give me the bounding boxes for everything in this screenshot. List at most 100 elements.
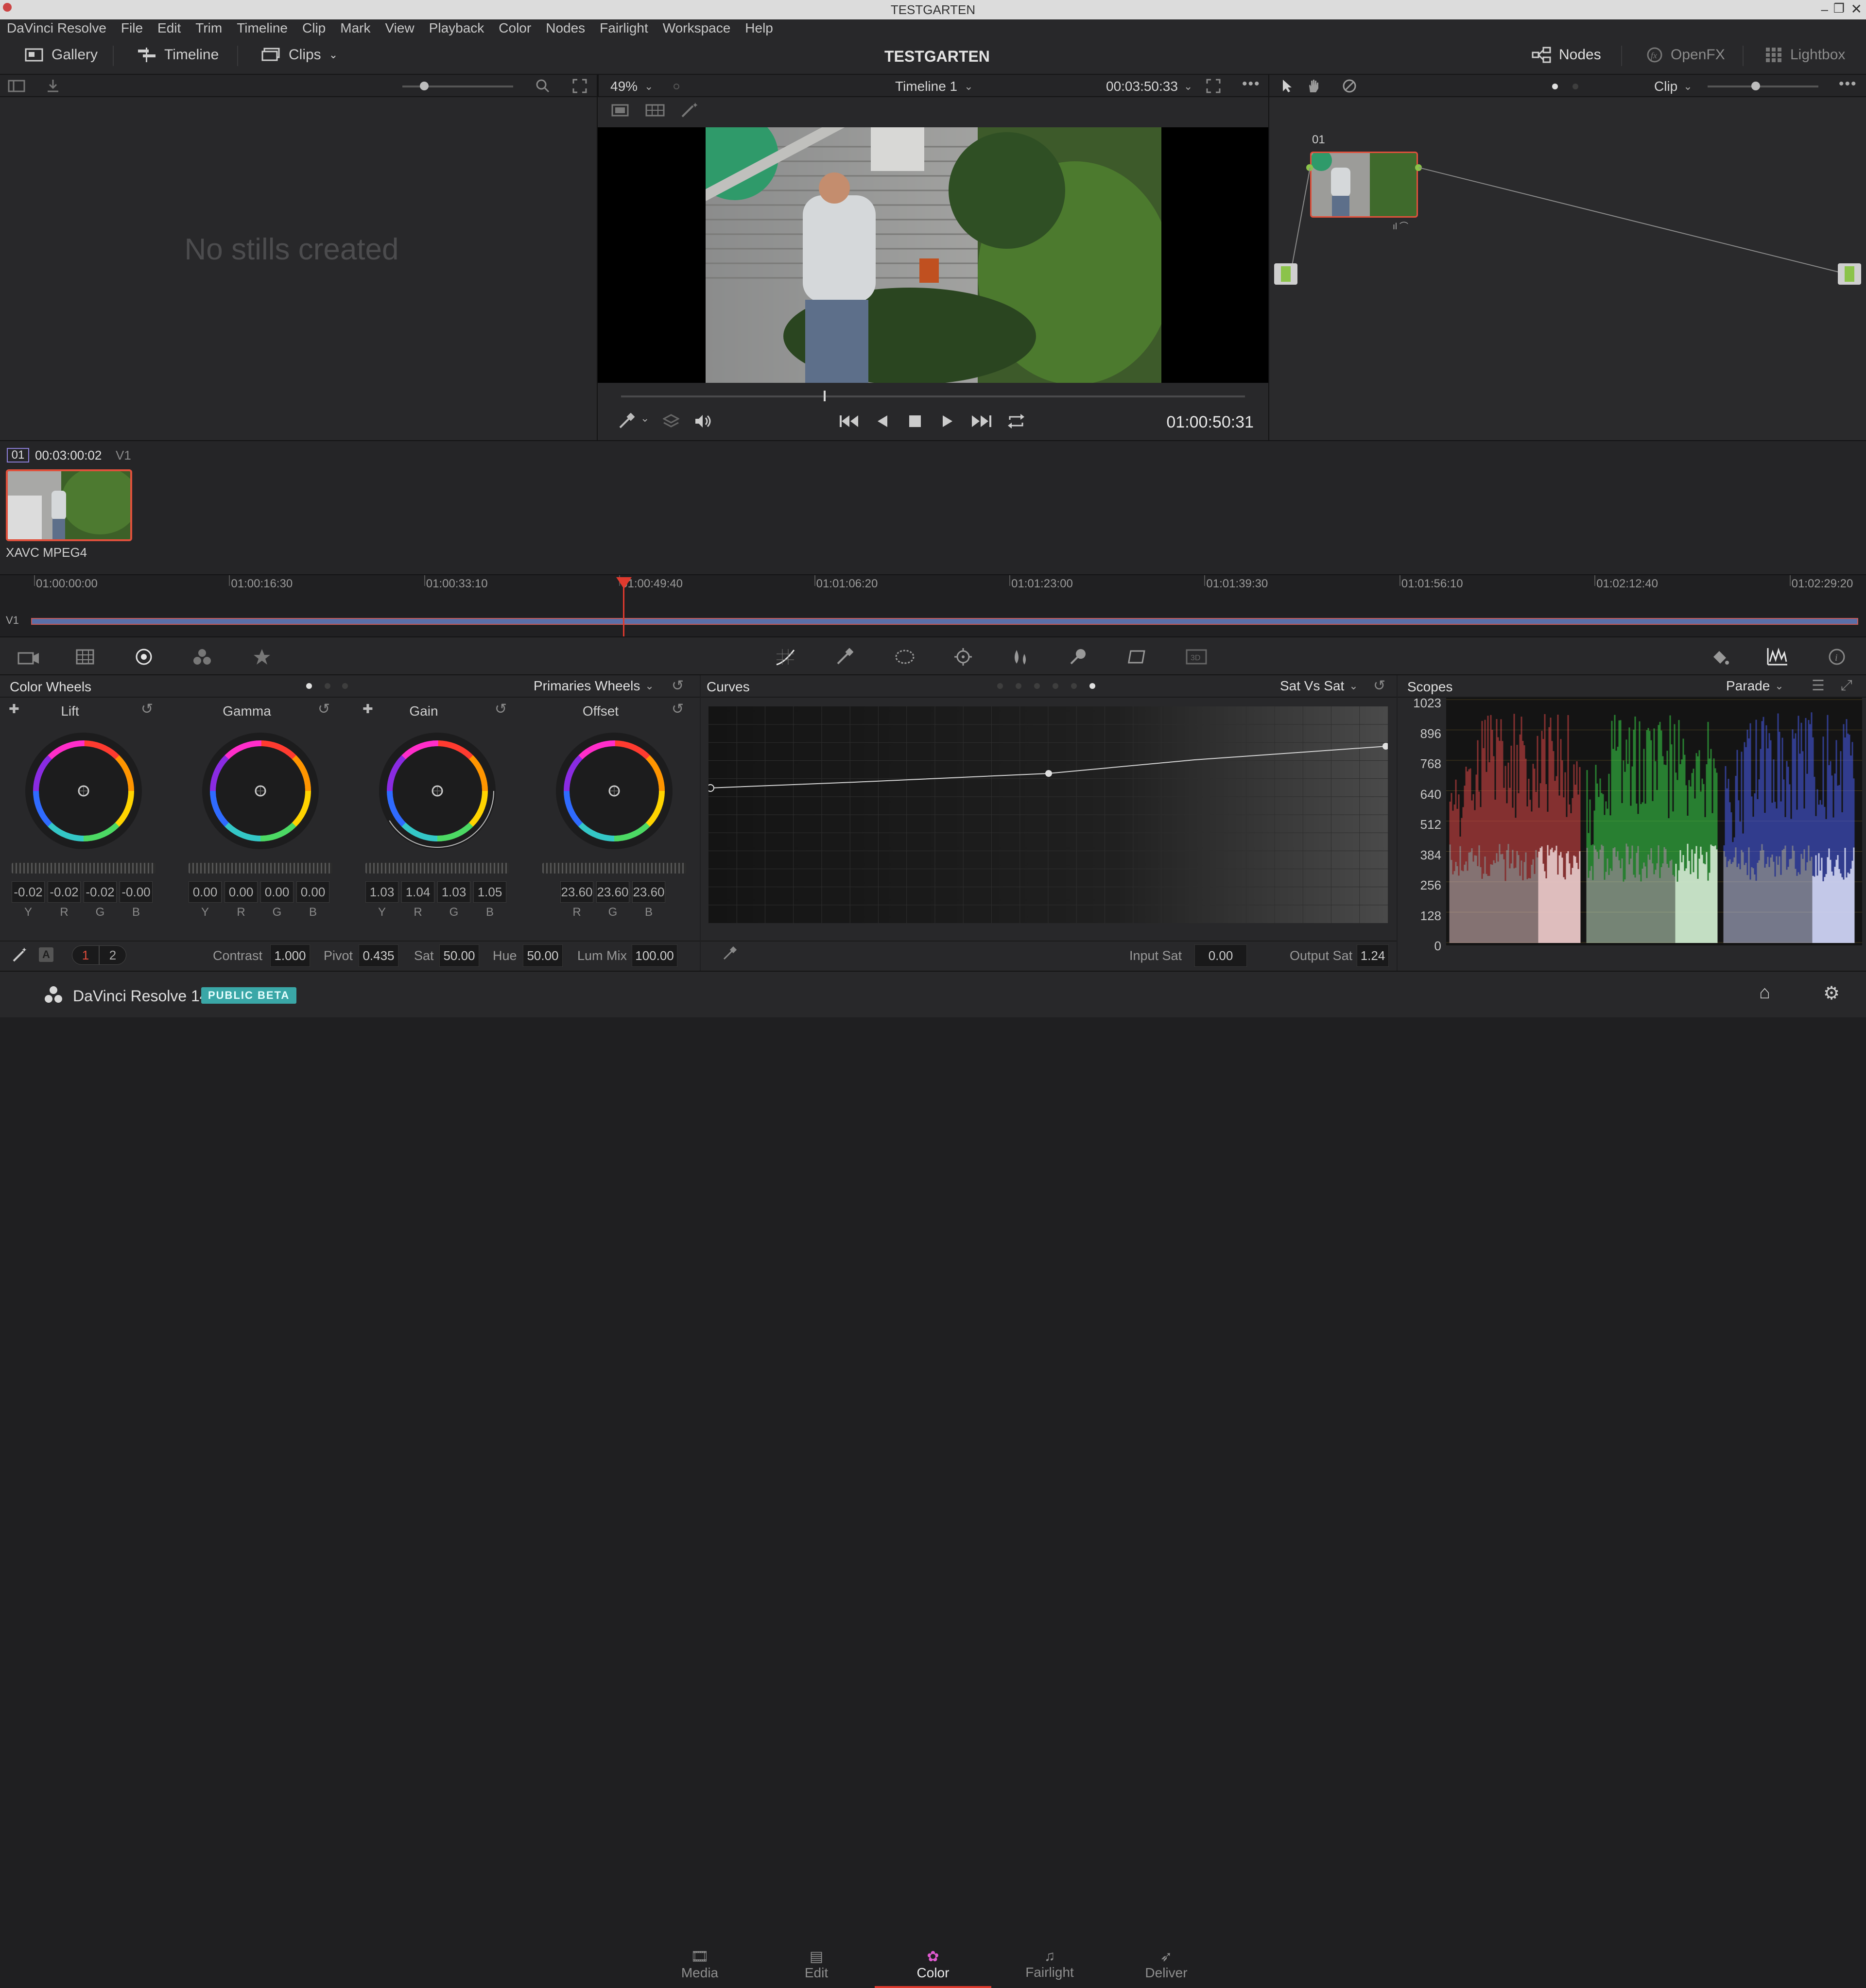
tracker-icon[interactable] — [953, 648, 973, 666]
menu-fairlight[interactable]: Fairlight — [600, 20, 648, 36]
contrast-field[interactable]: 1.000 — [270, 944, 310, 967]
chevron-down-icon[interactable]: ⌄ — [640, 412, 649, 425]
import-still-icon[interactable] — [46, 79, 60, 93]
v1-track-clip[interactable] — [31, 618, 1858, 625]
video-frame-image[interactable] — [706, 127, 1161, 383]
wheel-value-g[interactable]: 0.00 — [260, 881, 294, 903]
wheel-value-y[interactable]: 1.03 — [365, 881, 398, 903]
wheels-mode-dropdown[interactable]: Primaries Wheels ⌄ — [534, 678, 654, 694]
skip-to-start-icon[interactable] — [839, 414, 860, 428]
minimize-button[interactable]: – — [1821, 2, 1828, 17]
power-window-icon[interactable] — [894, 648, 916, 666]
gear-icon[interactable]: ⚙ — [1823, 982, 1840, 1004]
magic-wand-icon[interactable]: ✦ — [679, 101, 699, 119]
input-sat-field[interactable]: 0.00 — [1194, 944, 1247, 967]
info-icon[interactable]: i — [1828, 648, 1846, 666]
timeline-name-dropdown[interactable]: Timeline 1 ⌄ — [895, 79, 973, 94]
openfx-button[interactable]: fx OpenFX — [1646, 47, 1725, 63]
hue-field[interactable]: 50.00 — [523, 944, 563, 967]
gallery-zoom-handle[interactable] — [420, 82, 429, 90]
source-input-node[interactable] — [1274, 263, 1297, 285]
key-icon[interactable] — [1069, 648, 1088, 666]
menu-nodes[interactable]: Nodes — [546, 20, 585, 36]
tab-media[interactable]: 🎞 Media — [641, 1948, 758, 1981]
sizing-icon[interactable] — [1127, 648, 1149, 666]
restore-button[interactable]: ❐ — [1833, 1, 1845, 16]
tab-deliver[interactable]: ➶ Deliver — [1108, 1948, 1225, 1981]
master-wheel-dial[interactable] — [542, 863, 686, 874]
wheel-reset-icon[interactable]: ↺ — [495, 701, 507, 718]
output-sat-field[interactable]: 1.24 — [1357, 944, 1389, 967]
loop-icon[interactable] — [1007, 413, 1025, 429]
lightbox-button[interactable]: Lightbox — [1765, 47, 1845, 63]
menu-color[interactable]: Color — [499, 20, 531, 36]
curve-graph[interactable] — [708, 706, 1388, 923]
split-view-icon[interactable] — [644, 103, 666, 118]
sat-field[interactable]: 50.00 — [439, 944, 479, 967]
color-wheel-gain[interactable] — [378, 732, 497, 850]
menu-playback[interactable]: Playback — [429, 20, 484, 36]
wheel-reset-icon[interactable]: ↺ — [141, 701, 153, 718]
reset-all-icon[interactable]: ↺ — [672, 677, 684, 694]
wheel-value-g[interactable]: 23.60 — [596, 881, 629, 903]
curve-mode-dots[interactable] — [997, 683, 1095, 689]
blur-icon[interactable] — [1011, 648, 1030, 666]
fullscreen-icon[interactable] — [572, 79, 587, 93]
home-icon[interactable]: ⌂ — [1759, 982, 1770, 1003]
curves-tab-icon[interactable] — [775, 648, 796, 666]
wheel-value-y[interactable]: -0.02 — [12, 881, 45, 903]
wheel-reset-icon[interactable]: ↺ — [672, 701, 684, 718]
stop-icon[interactable] — [908, 414, 922, 428]
wheel-value-g[interactable]: -0.02 — [84, 881, 117, 903]
menu-trim[interactable]: Trim — [195, 20, 222, 36]
output-node[interactable] — [1838, 263, 1861, 285]
color-picker-icon[interactable] — [618, 413, 635, 429]
color-match-icon[interactable] — [76, 649, 94, 665]
viewer-fullscreen-icon[interactable] — [1206, 79, 1221, 93]
layers-icon[interactable] — [663, 413, 679, 429]
viewer-zoom-dropdown[interactable]: 49% ⌄ — [610, 79, 653, 94]
volume-icon[interactable] — [694, 413, 713, 429]
wheel-value-r[interactable]: 0.00 — [225, 881, 258, 903]
search-icon[interactable] — [536, 79, 550, 93]
scope-type-dropdown[interactable]: Parade ⌄ — [1726, 678, 1784, 694]
color-wheel-offset[interactable] — [555, 732, 674, 850]
menu-davinci[interactable]: DaVinci Resolve — [7, 20, 106, 36]
paint-bucket-icon[interactable] — [1710, 648, 1730, 666]
node-mode-dropdown[interactable]: Clip ⌄ — [1654, 79, 1693, 94]
wheel-value-r[interactable]: 1.04 — [401, 881, 434, 903]
wheel-value-y[interactable]: 0.00 — [189, 881, 222, 903]
color-wheels-tab-icon[interactable] — [135, 648, 153, 666]
menu-view[interactable]: View — [385, 20, 414, 36]
page-dot[interactable] — [325, 683, 330, 689]
wheel-value-r[interactable]: 23.60 — [560, 881, 593, 903]
pivot-field[interactable]: 0.435 — [359, 944, 398, 967]
skip-to-end-icon[interactable] — [971, 414, 992, 428]
gallery-button[interactable]: Gallery — [24, 47, 98, 63]
master-wheel-dial[interactable] — [365, 863, 509, 874]
wheel-value-b[interactable]: 1.05 — [473, 881, 506, 903]
qualifier-eyedropper-icon[interactable] — [836, 648, 853, 666]
mini-timeline[interactable]: 01:00:00:00 01:00:16:30 01:00:33:10 01:00:4… — [0, 574, 1866, 637]
timecode-dropdown[interactable]: 00:03:50:33 ⌄ — [1106, 79, 1192, 94]
nodes-button[interactable]: Nodes — [1532, 47, 1601, 63]
gallery-zoom-slider[interactable] — [402, 86, 513, 87]
master-wheel-dial[interactable] — [189, 863, 332, 874]
scope-expand-icon[interactable]: ⤢ — [1841, 677, 1852, 694]
node-page-dot[interactable] — [1572, 84, 1578, 89]
pointer-tool-icon[interactable] — [1281, 79, 1293, 93]
hand-tool-icon[interactable] — [1306, 79, 1321, 93]
menu-help[interactable]: Help — [745, 20, 773, 36]
tab-edit[interactable]: ▤ Edit — [758, 1948, 875, 1981]
node-zoom-handle[interactable] — [1751, 82, 1760, 90]
clip-thumbnail[interactable] — [6, 469, 132, 541]
single-view-icon[interactable] — [610, 103, 630, 118]
wheel-value-b[interactable]: -0.00 — [120, 881, 153, 903]
node-more-options-icon[interactable]: ••• — [1839, 76, 1857, 92]
menu-workspace[interactable]: Workspace — [663, 20, 731, 36]
play-reverse-icon[interactable] — [876, 414, 889, 428]
viewer-scrubber-handle[interactable] — [824, 391, 826, 401]
curve-picker-icon[interactable] — [722, 946, 737, 961]
scopes-tab-icon[interactable] — [1767, 647, 1788, 666]
timeline-button[interactable]: Timeline — [137, 47, 219, 63]
